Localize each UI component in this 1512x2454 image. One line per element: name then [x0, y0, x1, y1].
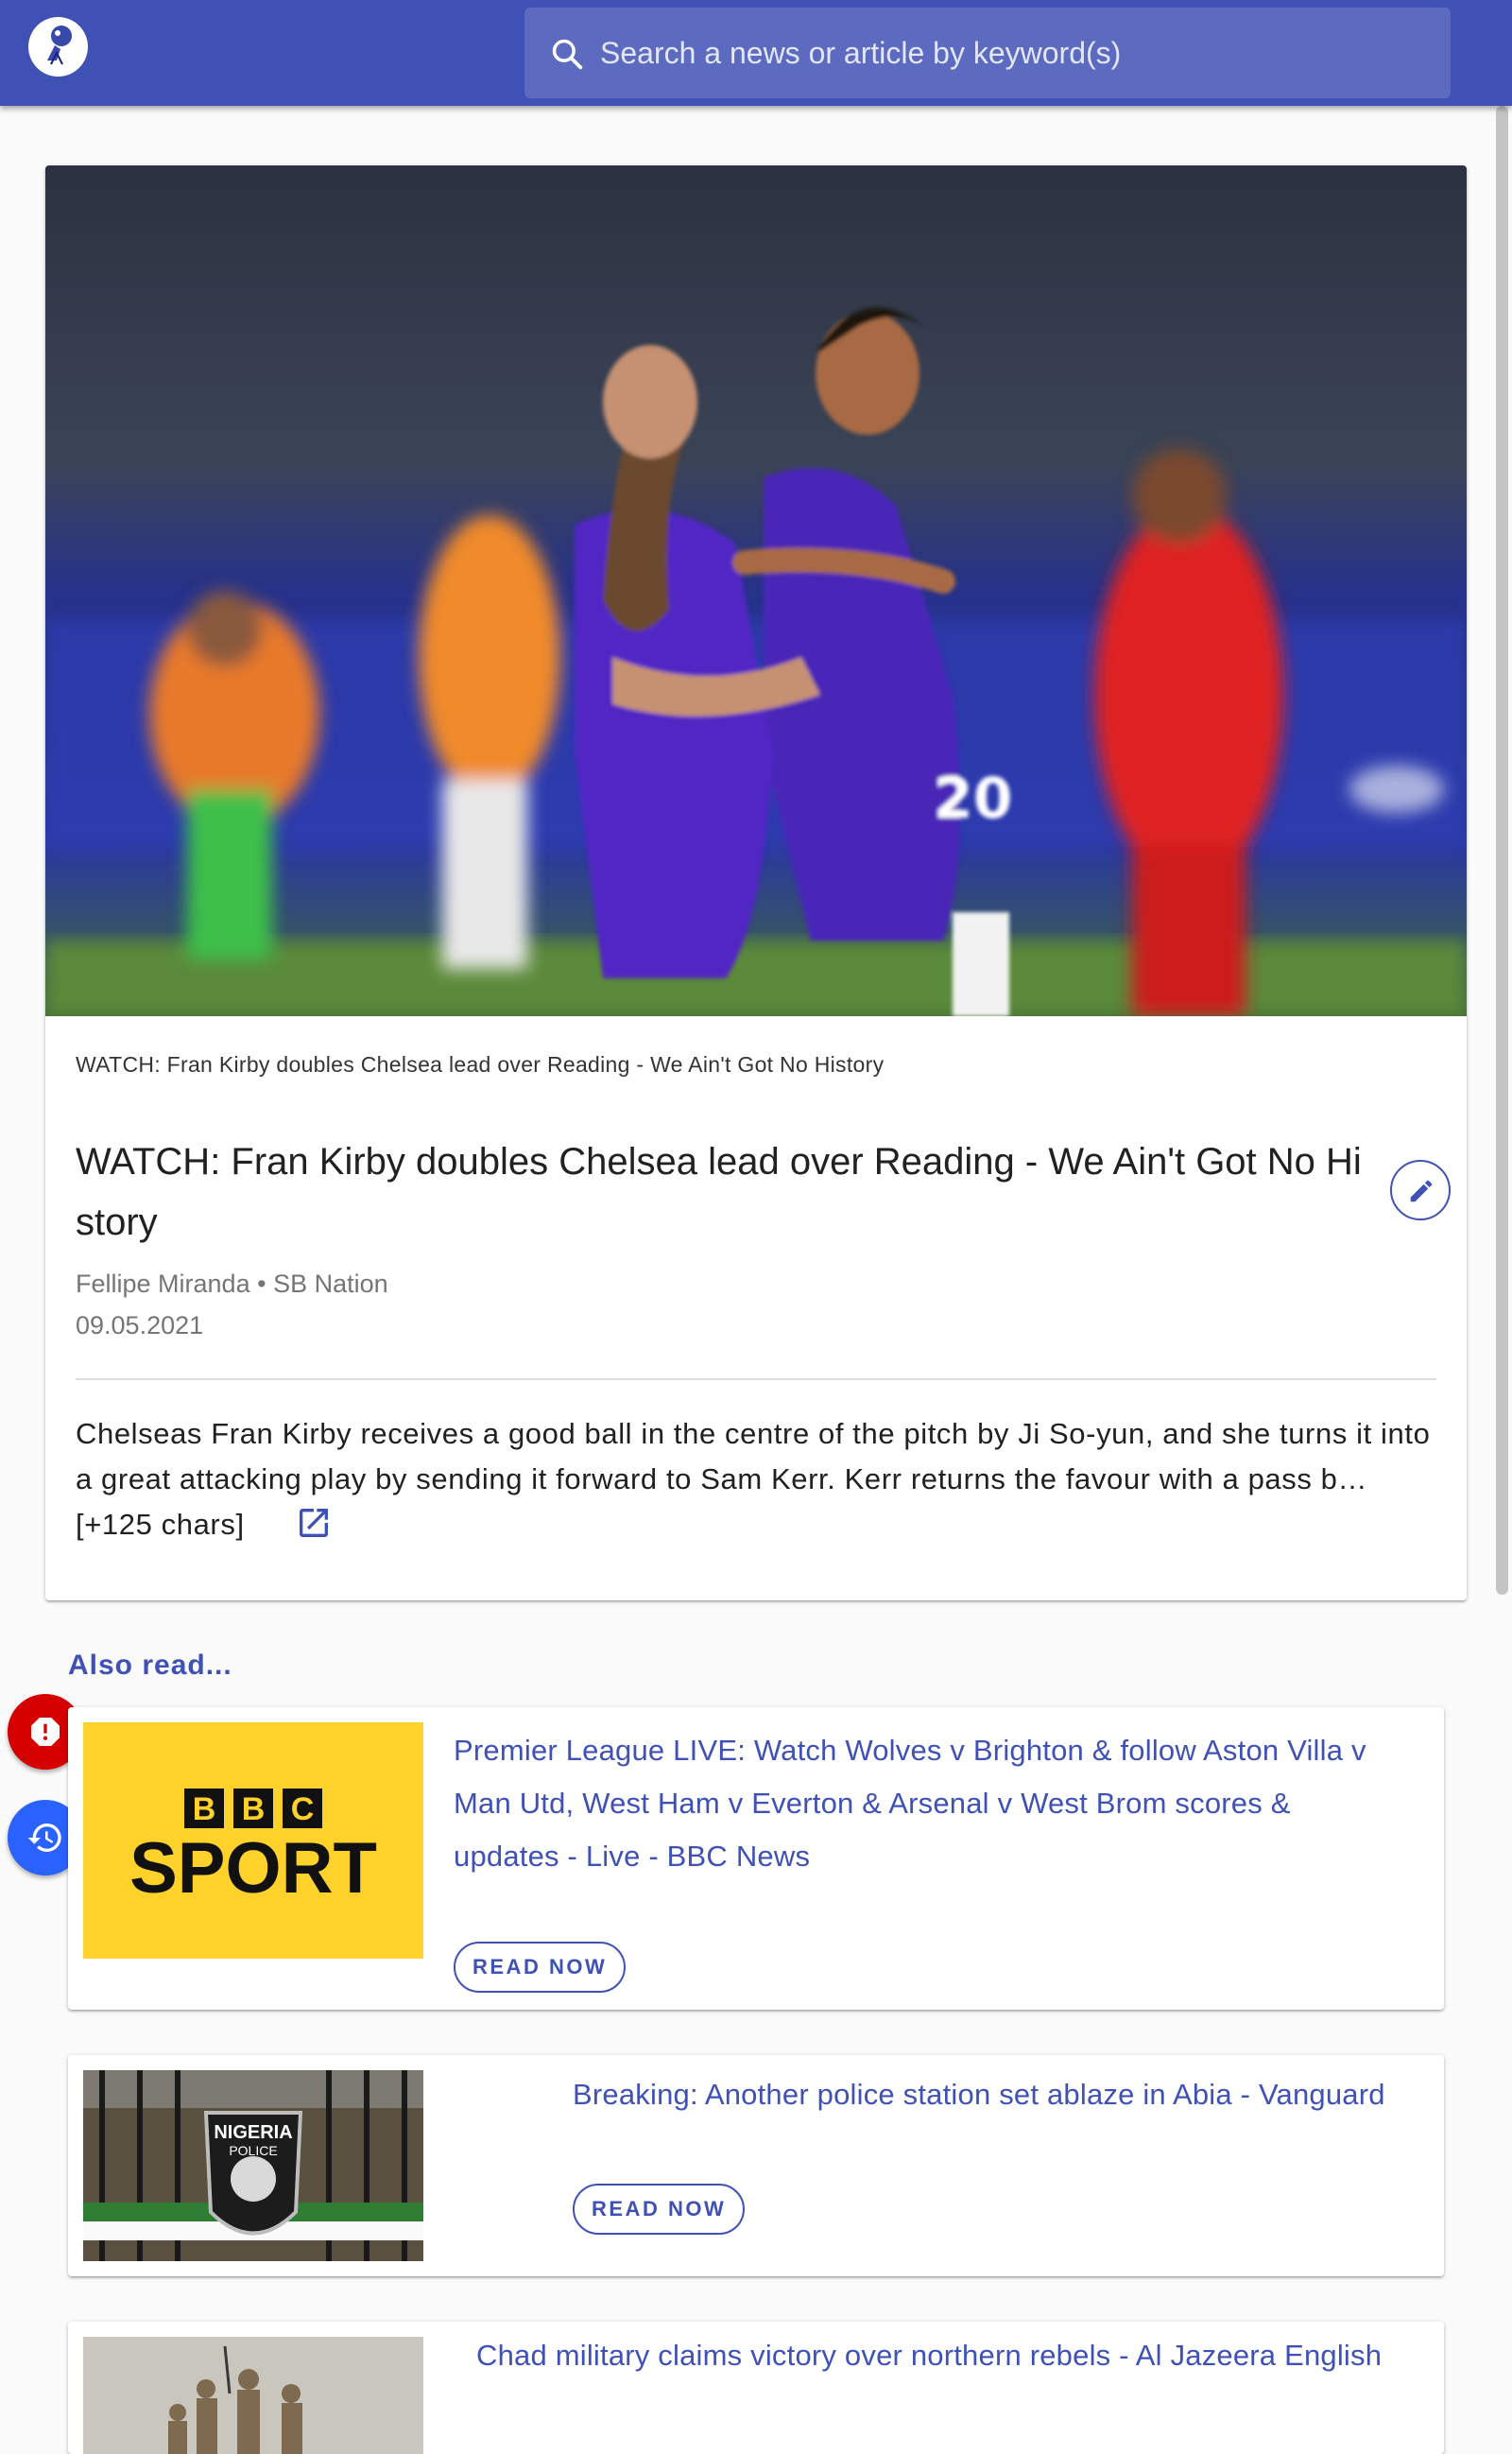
bbc-sport-wordmark: SPORT	[129, 1828, 377, 1909]
police-thumbnail: NIGERIA POLICE	[83, 2070, 423, 2261]
search-bar[interactable]	[524, 8, 1451, 98]
bbc-letter: B	[242, 1791, 266, 1827]
article-meta: Fellipe Miranda • SB Nation	[76, 1270, 388, 1299]
edit-button[interactable]	[1390, 1160, 1451, 1220]
related-article-title[interactable]: Breaking: Another police station set abl…	[573, 2068, 1423, 2121]
badge-text: NIGERIA	[214, 2122, 292, 2143]
read-now-button[interactable]: READ NOW	[454, 1942, 627, 1993]
related-article-card[interactable]: NIGERIA POLICE Breaking: Another police …	[68, 2055, 1444, 2276]
edit-icon	[1410, 1180, 1433, 1202]
description-text: Chelseas Fran Kirby receives a good ball…	[76, 1417, 1431, 1541]
related-article-title[interactable]: Chad military claims victory over northe…	[476, 2329, 1431, 2382]
open-in-new-icon[interactable]	[295, 1504, 333, 1542]
scrollbar[interactable]	[1496, 106, 1508, 1595]
article-description: Chelseas Fran Kirby receives a good ball…	[76, 1411, 1436, 1547]
bbc-letter: C	[291, 1791, 315, 1827]
bbc-sport-thumbnail: B B C SPORT	[83, 1722, 423, 1959]
divider	[76, 1378, 1436, 1380]
history-icon	[27, 1823, 61, 1852]
article-date: 09.05.2021	[76, 1311, 204, 1339]
related-article-card[interactable]: Chad military claims victory over northe…	[68, 2322, 1444, 2454]
search-icon[interactable]	[549, 36, 585, 72]
logo-icon[interactable]	[28, 17, 88, 77]
read-now-button[interactable]: READ NOW	[573, 2184, 746, 2235]
related-article-card[interactable]: B B C SPORT Premier League LIVE: Watch W…	[68, 1707, 1444, 2010]
badge-text: POLICE	[229, 2143, 277, 2158]
app-bar	[0, 0, 1512, 106]
article-title: WATCH: Fran Kirby doubles Chelsea lead o…	[76, 1141, 1362, 1243]
article-author: Fellipe Miranda	[76, 1270, 250, 1298]
bbc-letter: B	[193, 1791, 216, 1827]
alert-icon	[31, 1718, 60, 1746]
article-source: SB Nation	[273, 1270, 388, 1298]
article-card: 20 WATCH: Fran Kirby doubles Chelsea lea…	[45, 165, 1467, 1600]
meta-separator: •	[257, 1270, 266, 1298]
image-caption: WATCH: Fran Kirby doubles Chelsea lead o…	[76, 1052, 885, 1077]
related-article-title[interactable]: Premier League LIVE: Watch Wolves v Brig…	[454, 1724, 1399, 1883]
svg-text:20: 20	[934, 766, 1013, 832]
search-input[interactable]	[600, 8, 1432, 98]
article-image: 20	[45, 165, 1467, 1016]
also-read-heading: Also read...	[68, 1650, 232, 1681]
military-thumbnail	[83, 2337, 423, 2454]
